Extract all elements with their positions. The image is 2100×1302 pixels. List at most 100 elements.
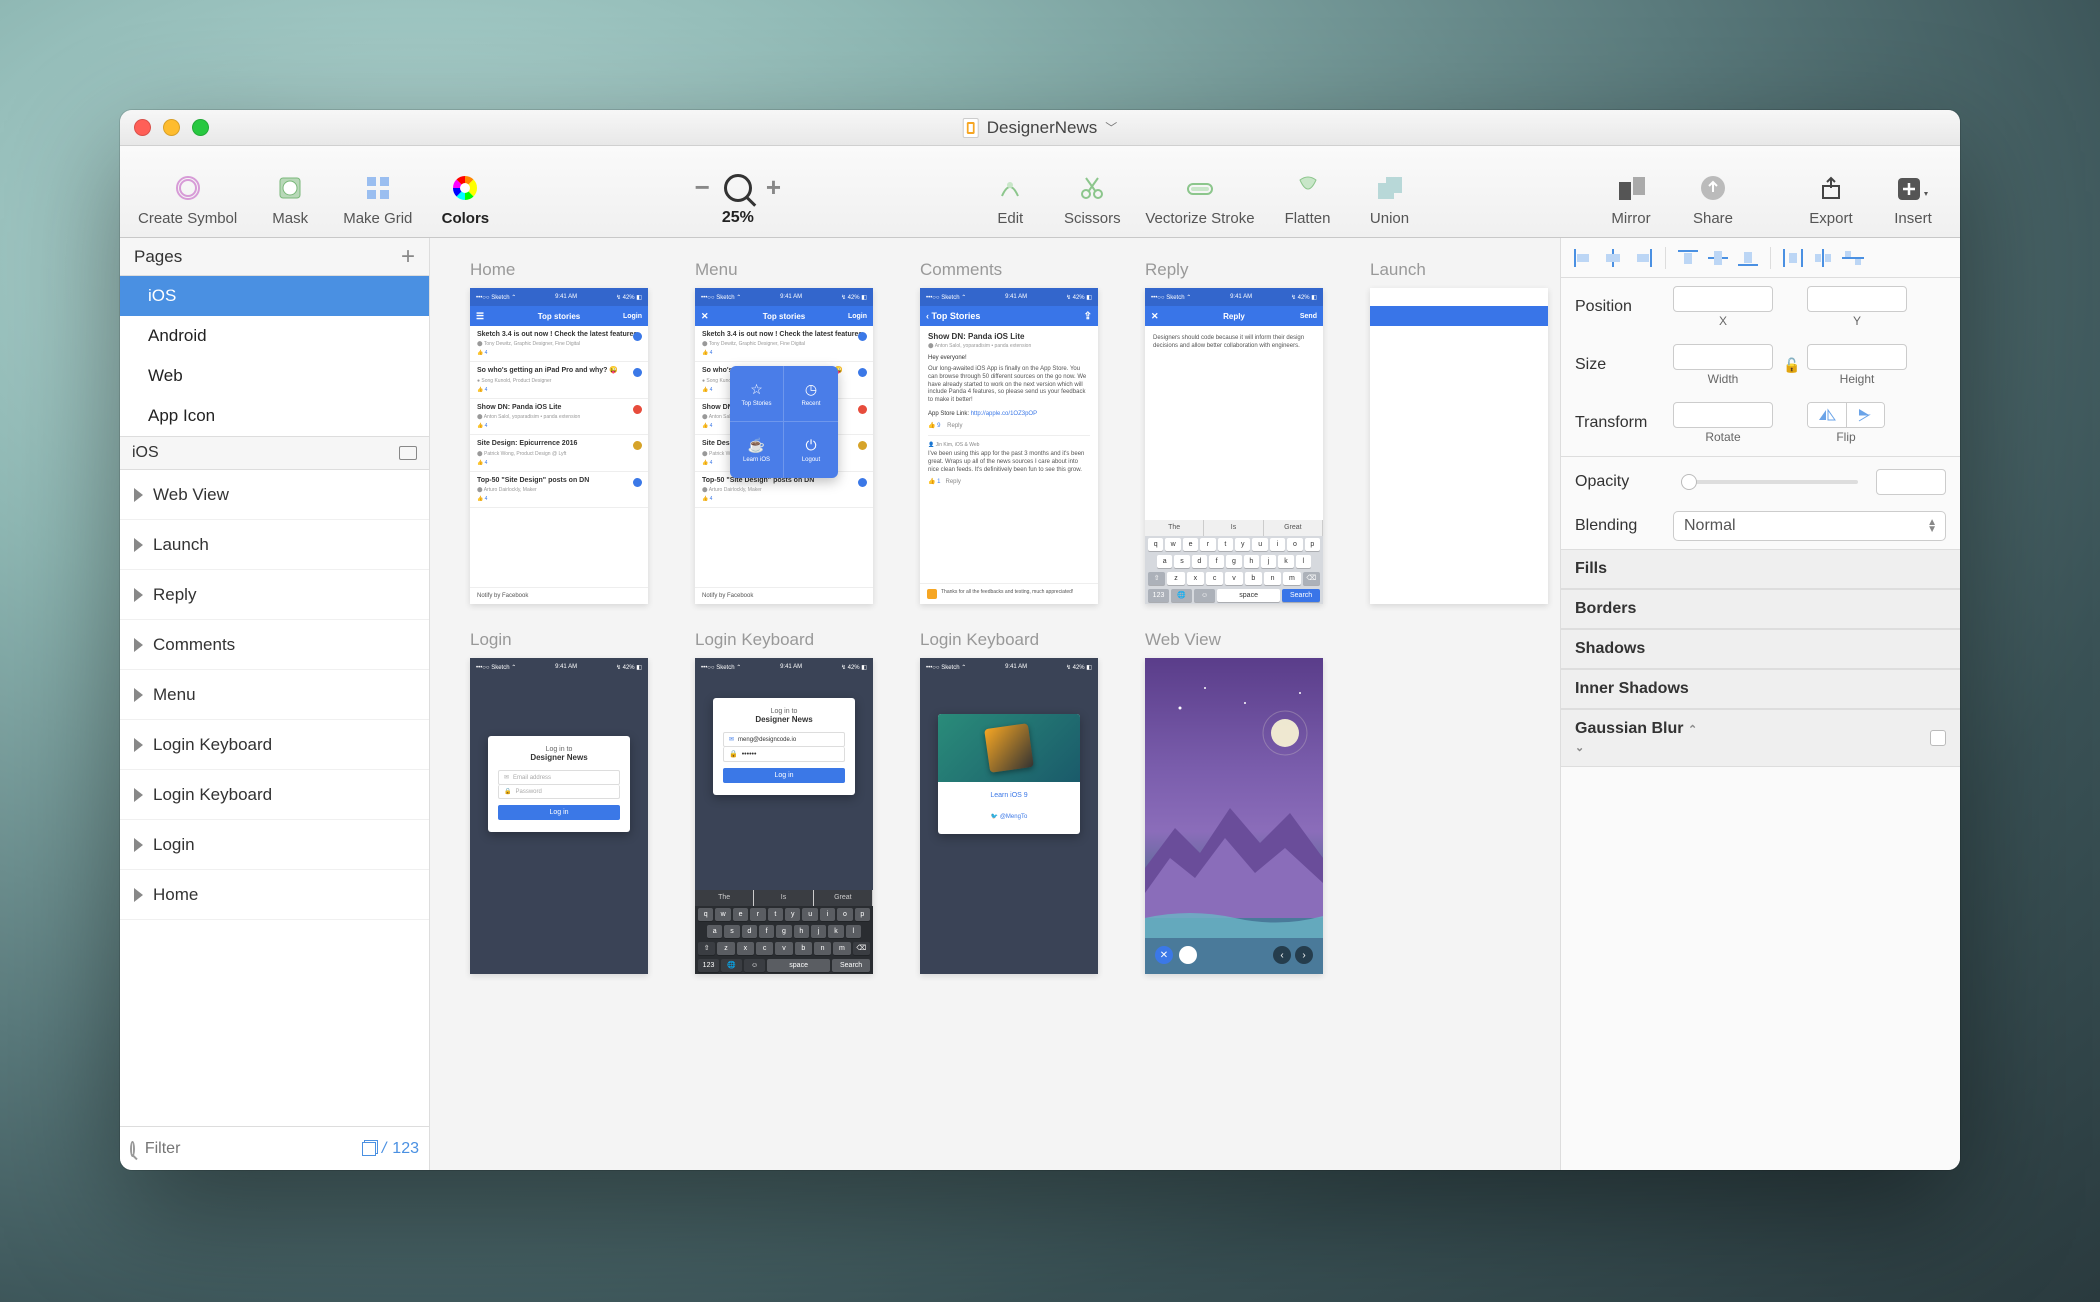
- blur-checkbox[interactable]: [1930, 730, 1946, 746]
- colors-button[interactable]: Colors: [436, 172, 494, 227]
- inspector-panel: Position X Y Size Width 🔓 Height Transfo…: [1560, 238, 1960, 1170]
- zoom-out-button[interactable]: −: [695, 172, 710, 203]
- artboard-label[interactable]: Login: [470, 630, 512, 650]
- add-page-button[interactable]: +: [401, 243, 415, 271]
- disclosure-triangle-icon[interactable]: [134, 838, 143, 852]
- artboard-label[interactable]: Reply: [1145, 260, 1188, 280]
- scissors-button[interactable]: Scissors: [1063, 172, 1121, 227]
- artboard-label[interactable]: Comments: [920, 260, 1002, 280]
- mask-button[interactable]: Mask: [261, 172, 319, 227]
- make-grid-button[interactable]: Make Grid: [343, 172, 412, 227]
- disclosure-triangle-icon[interactable]: [134, 488, 143, 502]
- create-symbol-button[interactable]: Create Symbol: [138, 172, 237, 227]
- canvas[interactable]: Home Menu Comments Reply Launch •••○○ Sk…: [430, 238, 1560, 1170]
- disclosure-triangle-icon[interactable]: [134, 588, 143, 602]
- artboard-reply[interactable]: •••○○ Sketch ⌃9:41 AM↯ 42% ◧ ✕ReplySend …: [1145, 288, 1323, 604]
- fullscreen-window-button[interactable]: [192, 119, 209, 136]
- share-icon: [1697, 172, 1729, 204]
- gaussian-blur-section[interactable]: Gaussian Blur ⌃⌄: [1561, 709, 1960, 767]
- zoom-control[interactable]: − + 25%: [678, 172, 798, 227]
- flatten-button[interactable]: Flatten: [1279, 172, 1337, 227]
- opacity-slider[interactable]: [1681, 480, 1858, 484]
- vectorize-stroke-button[interactable]: Vectorize Stroke: [1145, 172, 1254, 227]
- artboard-web-view[interactable]: ✕ ‹ ›: [1145, 658, 1323, 974]
- height-input[interactable]: [1807, 344, 1907, 370]
- artboard-login[interactable]: •••○○ Sketch ⌃9:41 AM↯ 42% ◧ Log in to D…: [470, 658, 648, 974]
- lock-aspect-icon[interactable]: 🔓: [1783, 357, 1797, 374]
- artboard-login-keyboard-2[interactable]: •••○○ Sketch ⌃9:41 AM↯ 42% ◧ Learn iOS 9…: [920, 658, 1098, 974]
- share-button[interactable]: Share: [1684, 172, 1742, 227]
- zoom-in-button[interactable]: +: [766, 172, 781, 203]
- artboard-label[interactable]: Login Keyboard: [920, 630, 1039, 650]
- disclosure-triangle-icon[interactable]: [134, 888, 143, 902]
- page-item-web[interactable]: Web: [120, 356, 429, 396]
- disclosure-triangle-icon[interactable]: [134, 638, 143, 652]
- artboard-label[interactable]: Web View: [1145, 630, 1221, 650]
- artboard-menu[interactable]: •••○○ Sketch ⌃9:41 AM↯ 42% ◧ ✕Top storie…: [695, 288, 873, 604]
- artboard-launch[interactable]: [1370, 288, 1548, 604]
- align-bottom-icon[interactable]: [1736, 248, 1760, 268]
- prev-icon: ‹: [1273, 946, 1291, 964]
- layer-name: Comments: [153, 635, 235, 655]
- position-x-input[interactable]: [1673, 286, 1773, 312]
- magnify-icon: [724, 174, 752, 202]
- insert-button[interactable]: Insert: [1884, 172, 1942, 227]
- artboard-login-keyboard-1[interactable]: •••○○ Sketch ⌃9:41 AM↯ 42% ◧ Log in to D…: [695, 658, 873, 974]
- colors-icon: [449, 172, 481, 204]
- page-item-ios[interactable]: iOS: [120, 276, 429, 316]
- page-item-android[interactable]: Android: [120, 316, 429, 356]
- layer-item[interactable]: Login Keyboard: [120, 720, 429, 770]
- flip-horizontal-icon[interactable]: [1808, 403, 1846, 427]
- window-title[interactable]: DesignerNews ﹀: [963, 118, 1118, 138]
- distribute-h-icon[interactable]: [1781, 248, 1805, 268]
- inner-shadows-section[interactable]: Inner Shadows: [1561, 669, 1960, 709]
- layer-item[interactable]: Menu: [120, 670, 429, 720]
- align-left-icon[interactable]: [1571, 248, 1595, 268]
- width-input[interactable]: [1673, 344, 1773, 370]
- opacity-input[interactable]: [1876, 469, 1946, 495]
- layer-item[interactable]: Home: [120, 870, 429, 920]
- symbol-filter-icon[interactable]: [362, 1142, 376, 1156]
- disclosure-triangle-icon[interactable]: [134, 738, 143, 752]
- artboard-label[interactable]: Launch: [1370, 260, 1426, 280]
- position-y-input[interactable]: [1807, 286, 1907, 312]
- disclosure-triangle-icon[interactable]: [134, 788, 143, 802]
- minimize-window-button[interactable]: [163, 119, 180, 136]
- layer-item[interactable]: Reply: [120, 570, 429, 620]
- artboard-label[interactable]: Home: [470, 260, 515, 280]
- layer-name: Reply: [153, 585, 196, 605]
- blending-select[interactable]: Normal▲▼: [1673, 511, 1946, 541]
- disclosure-triangle-icon[interactable]: [134, 538, 143, 552]
- disclosure-triangle-icon[interactable]: [134, 688, 143, 702]
- layer-item[interactable]: Comments: [120, 620, 429, 670]
- align-hcenter-icon[interactable]: [1601, 248, 1625, 268]
- artboard-label[interactable]: Menu: [695, 260, 738, 280]
- flip-control[interactable]: [1807, 402, 1885, 428]
- rotate-input[interactable]: [1673, 402, 1773, 428]
- align-right-icon[interactable]: [1631, 248, 1655, 268]
- borders-section[interactable]: Borders: [1561, 589, 1960, 629]
- flip-vertical-icon[interactable]: [1846, 403, 1884, 427]
- artboard-home[interactable]: •••○○ Sketch ⌃9:41 AM↯ 42% ◧ ☰Top storie…: [470, 288, 648, 604]
- artboard-comments[interactable]: •••○○ Sketch ⌃9:41 AM↯ 42% ◧ ‹ Top Stori…: [920, 288, 1098, 604]
- export-button[interactable]: Export: [1802, 172, 1860, 227]
- close-window-button[interactable]: [134, 119, 151, 136]
- union-button[interactable]: Union: [1361, 172, 1419, 227]
- layer-item[interactable]: Launch: [120, 520, 429, 570]
- distribute-v-icon[interactable]: [1811, 248, 1835, 268]
- page-item-app-icon[interactable]: App Icon: [120, 396, 429, 436]
- align-top-icon[interactable]: [1676, 248, 1700, 268]
- edit-button[interactable]: Edit: [981, 172, 1039, 227]
- filter-input[interactable]: [145, 1140, 352, 1158]
- artboard-label[interactable]: Login Keyboard: [695, 630, 814, 650]
- distribute-spacing-icon[interactable]: [1841, 248, 1865, 268]
- shadows-section[interactable]: Shadows: [1561, 629, 1960, 669]
- layer-item[interactable]: Web View: [120, 470, 429, 520]
- fills-section[interactable]: Fills: [1561, 549, 1960, 589]
- artboard-icon[interactable]: [399, 446, 417, 460]
- layer-item[interactable]: Login: [120, 820, 429, 870]
- layer-item[interactable]: Login Keyboard: [120, 770, 429, 820]
- mirror-button[interactable]: Mirror: [1602, 172, 1660, 227]
- slice-filter-icon[interactable]: /: [382, 1140, 386, 1158]
- align-vcenter-icon[interactable]: [1706, 248, 1730, 268]
